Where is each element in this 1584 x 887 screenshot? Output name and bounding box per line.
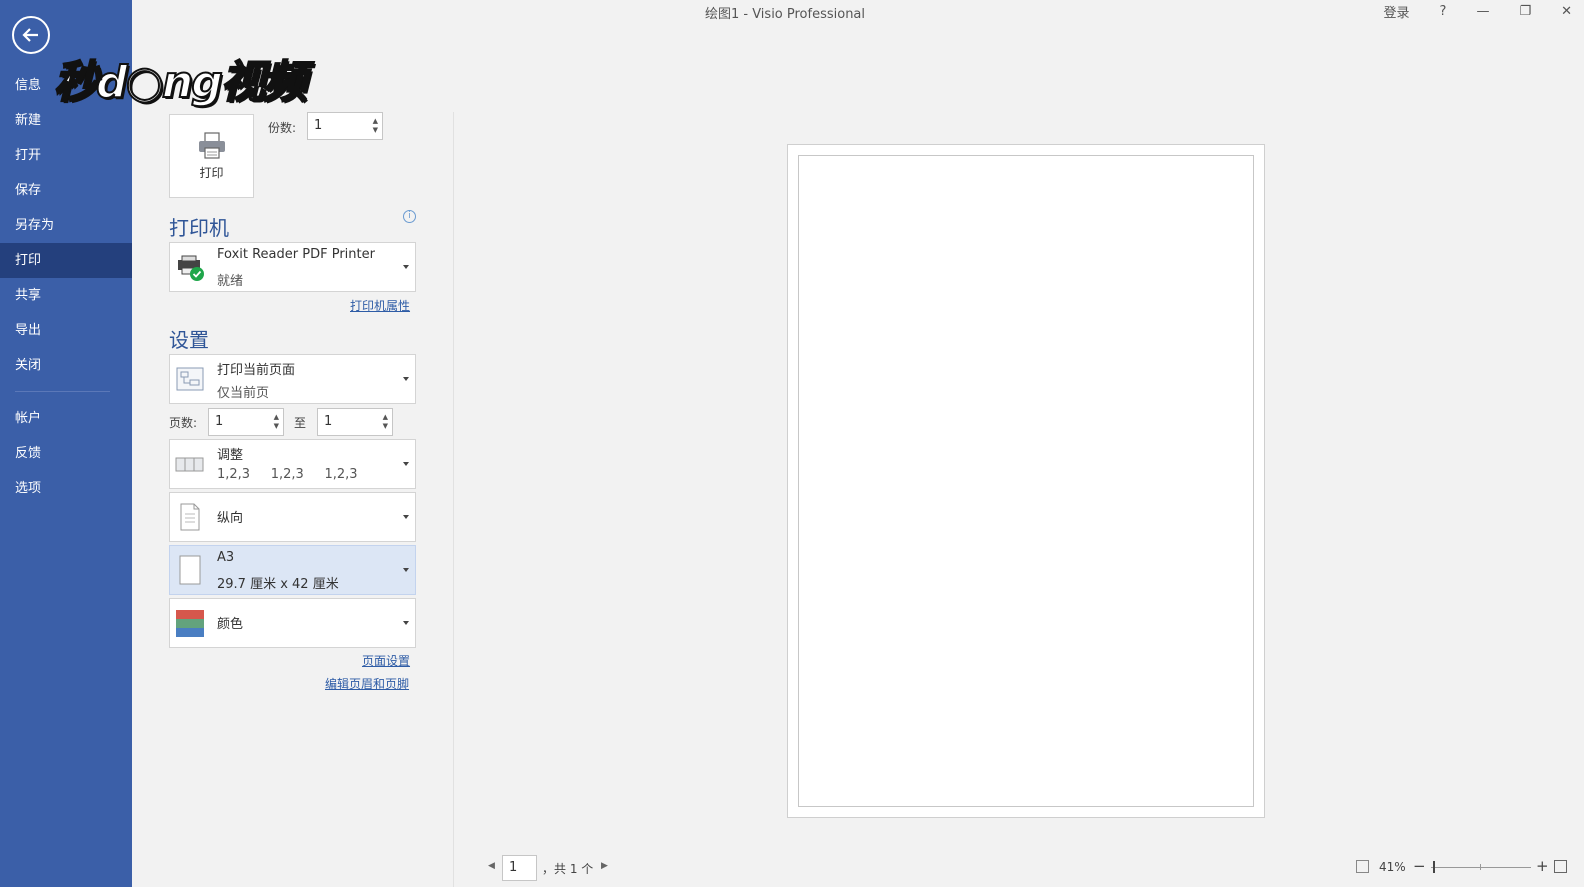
minimize-button[interactable]: — (1476, 4, 1489, 19)
next-page-icon[interactable]: ▶ (601, 861, 608, 871)
window-controls: 登录 ? — ❐ ✕ (1354, 2, 1572, 21)
print-button-label: 打印 (199, 165, 224, 180)
nav-item-print[interactable]: 打印 (0, 243, 132, 278)
print-range-title: 打印当前页面 (217, 363, 296, 378)
page-margin-box (798, 155, 1254, 807)
zoom-page-icon[interactable] (1356, 860, 1369, 873)
paper-size-dropdown[interactable]: A3 29.7 厘米 x 42 厘米 (169, 545, 416, 595)
caret-down-icon (403, 515, 409, 519)
printer-section-title: 打印机 (169, 216, 229, 240)
print-button[interactable]: 打印 (169, 114, 254, 198)
zoom-percent: 41% (1379, 860, 1406, 874)
print-preview-page (787, 144, 1265, 818)
nav-item-share[interactable]: 共享 (0, 278, 132, 313)
zoom-slider[interactable] (1431, 867, 1531, 868)
paper-size-icon (175, 555, 205, 585)
pages-label: 页数: (169, 416, 198, 430)
settings-section-title: 设置 (169, 328, 209, 352)
arrow-left-icon (22, 28, 38, 42)
page-setup-link[interactable]: 页面设置 (362, 652, 410, 669)
nav-item-close[interactable]: 关闭 (0, 348, 132, 383)
page-total-label: ，共 1 个 (542, 862, 594, 876)
orientation-title: 纵向 (217, 511, 244, 526)
print-range-dropdown[interactable]: 打印当前页面 仅当前页 (169, 354, 416, 404)
nav-divider (15, 391, 110, 392)
copies-value: 1 (314, 118, 323, 133)
nav-item-save[interactable]: 保存 (0, 173, 132, 208)
collate-subtitle: 1,2,3 1,2,3 1,2,3 (217, 467, 358, 482)
printer-name: Foxit Reader PDF Printer (217, 247, 375, 262)
copies-stepper[interactable]: 1 ▲ ▼ (307, 112, 383, 140)
help-button[interactable]: ? (1440, 4, 1447, 19)
to-label: 至 (294, 416, 307, 430)
printer-status: 就绪 (217, 274, 244, 289)
caret-down-icon (403, 377, 409, 381)
printer-dropdown[interactable]: Foxit Reader PDF Printer 就绪 (169, 242, 416, 292)
nav-item-feedback[interactable]: 反馈 (0, 436, 132, 471)
portrait-page-icon (175, 502, 205, 532)
nav-item-export[interactable]: 导出 (0, 313, 132, 348)
backstage-sidebar: 信息 新建 打开 保存 另存为 打印 共享 导出 关闭 帐户 反馈 选项 (0, 0, 132, 887)
pages-from-stepper[interactable]: 1 ▲ ▼ (208, 408, 284, 436)
printer-properties-link[interactable]: 打印机属性 (350, 297, 410, 314)
color-dropdown[interactable]: 颜色 (169, 598, 416, 648)
info-icon[interactable]: i (403, 210, 416, 223)
nav-item-options[interactable]: 选项 (0, 471, 132, 506)
pages-from-value: 1 (215, 414, 224, 429)
spin-arrows-icon[interactable]: ▲ ▼ (373, 117, 378, 135)
spin-arrows-icon[interactable]: ▲ ▼ (274, 413, 279, 431)
backstage-nav: 信息 新建 打开 保存 另存为 打印 共享 导出 关闭 帐户 反馈 选项 (0, 68, 132, 506)
nav-item-open[interactable]: 打开 (0, 138, 132, 173)
caret-down-icon (403, 568, 409, 572)
zoom-slider-center-tick (1480, 864, 1481, 870)
orientation-dropdown[interactable]: 纵向 (169, 492, 416, 542)
paper-size-subtitle: 29.7 厘米 x 42 厘米 (217, 577, 339, 592)
window-title: 绘图1 - Visio Professional (704, 7, 866, 22)
color-palette-icon (175, 608, 205, 638)
prev-page-icon[interactable]: ◀ (488, 861, 495, 871)
page-range-icon (175, 364, 205, 394)
fit-to-window-icon[interactable] (1554, 860, 1567, 873)
caret-down-icon (403, 462, 409, 466)
caret-down-icon (403, 621, 409, 625)
paper-size-title: A3 (217, 550, 235, 565)
login-link[interactable]: 登录 (1384, 2, 1410, 21)
collate-icon (175, 449, 205, 479)
caret-down-icon (403, 265, 409, 269)
zoom-out-button[interactable]: − (1413, 857, 1426, 875)
collate-dropdown[interactable]: 调整 1,2,3 1,2,3 1,2,3 (169, 439, 416, 489)
color-title: 颜色 (217, 617, 244, 632)
copies-label: 份数: (268, 121, 297, 135)
page-number-input[interactable]: 1 (502, 855, 537, 881)
edit-header-footer-link[interactable]: 编辑页眉和页脚 (325, 675, 409, 692)
printer-icon (198, 131, 225, 159)
collate-title: 调整 (217, 448, 244, 463)
restore-button[interactable]: ❐ (1519, 4, 1531, 19)
watermark-logo: 秒d○ng视频 (53, 56, 308, 109)
spin-arrows-icon[interactable]: ▲ ▼ (383, 413, 388, 431)
print-range-subtitle: 仅当前页 (217, 386, 270, 401)
nav-item-save-as[interactable]: 另存为 (0, 208, 132, 243)
zoom-slider-thumb[interactable] (1433, 861, 1435, 873)
zoom-in-button[interactable]: + (1536, 857, 1549, 875)
nav-item-account[interactable]: 帐户 (0, 401, 132, 436)
close-button[interactable]: ✕ (1561, 4, 1572, 19)
pages-to-value: 1 (324, 414, 333, 429)
panel-divider (453, 112, 454, 887)
pages-to-stepper[interactable]: 1 ▲ ▼ (317, 408, 393, 436)
printer-ready-icon (175, 252, 205, 282)
